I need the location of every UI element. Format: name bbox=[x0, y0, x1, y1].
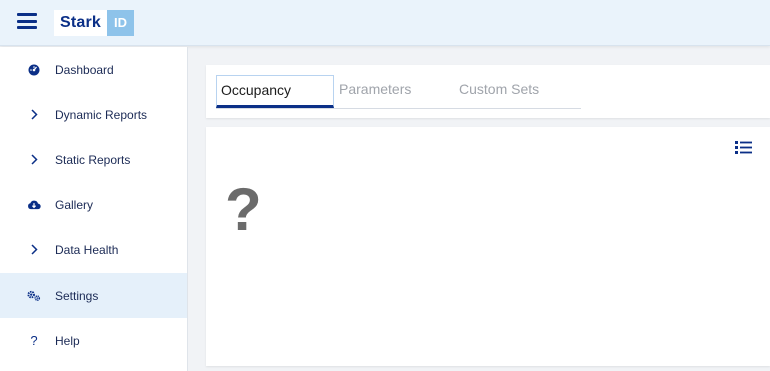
logo-badge: ID bbox=[107, 10, 135, 36]
sidebar-item-label: Gallery bbox=[55, 197, 94, 212]
dashboard-icon bbox=[27, 63, 41, 77]
sidebar-item-dashboard[interactable]: Dashboard bbox=[0, 47, 187, 92]
sidebar-item-label: Dashboard bbox=[55, 62, 114, 77]
content-card: ? bbox=[206, 127, 770, 366]
sidebar: Dashboard Dynamic Reports Static Reports… bbox=[0, 47, 188, 371]
logo-text: Stark bbox=[54, 10, 108, 36]
cloud-download-icon bbox=[27, 198, 41, 212]
sidebar-item-label: Dynamic Reports bbox=[55, 107, 148, 122]
sidebar-item-dynamic-reports[interactable]: Dynamic Reports bbox=[0, 92, 187, 137]
tab-parameters[interactable]: Parameters bbox=[339, 75, 411, 108]
chevron-right-icon bbox=[27, 243, 41, 257]
tab-bar: Occupancy Parameters Custom Sets bbox=[216, 75, 581, 109]
gears-icon bbox=[27, 289, 41, 303]
sidebar-item-label: Help bbox=[55, 333, 80, 348]
sidebar-item-label: Data Health bbox=[55, 242, 119, 257]
sidebar-item-settings[interactable]: Settings bbox=[0, 273, 187, 318]
tab-custom-sets[interactable]: Custom Sets bbox=[459, 75, 539, 108]
sidebar-item-label: Settings bbox=[55, 288, 99, 303]
top-header: Stark ID bbox=[0, 0, 770, 46]
chevron-right-icon bbox=[27, 153, 41, 167]
tabs-panel: Occupancy Parameters Custom Sets bbox=[206, 65, 770, 118]
list-icon[interactable] bbox=[735, 140, 752, 155]
logo[interactable]: Stark ID bbox=[54, 10, 135, 36]
missing-content-question-mark: ? bbox=[225, 176, 262, 243]
question-icon: ? bbox=[30, 333, 38, 348]
hamburger-menu-icon[interactable] bbox=[17, 13, 37, 29]
sidebar-item-label: Static Reports bbox=[55, 152, 131, 167]
sidebar-item-gallery[interactable]: Gallery bbox=[0, 182, 187, 227]
sidebar-item-static-reports[interactable]: Static Reports bbox=[0, 137, 187, 182]
sidebar-item-data-health[interactable]: Data Health bbox=[0, 227, 187, 272]
chevron-right-icon bbox=[27, 108, 41, 122]
tab-occupancy[interactable]: Occupancy bbox=[216, 75, 334, 108]
sidebar-item-help[interactable]: ? Help bbox=[0, 318, 187, 363]
